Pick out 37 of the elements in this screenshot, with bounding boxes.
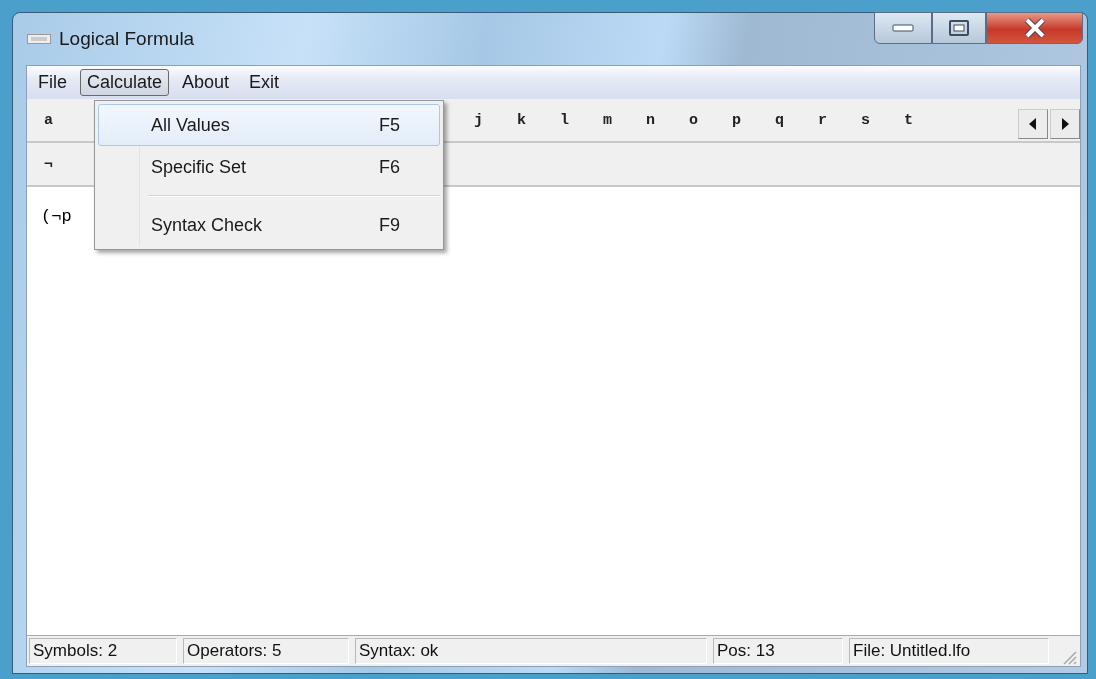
symbol-button[interactable]: p	[715, 111, 758, 129]
menu-item[interactable]: Specific Set F6	[98, 146, 440, 188]
menu-item[interactable]: About	[175, 69, 237, 96]
symbol-button[interactable]: s	[844, 111, 887, 129]
maximize-button[interactable]	[932, 12, 986, 44]
status-pane: Operators: 5	[183, 638, 349, 664]
status-pane: File: Untitled.lfo	[849, 638, 1049, 664]
menu-item[interactable]: Syntax Check F9	[98, 204, 440, 246]
menu-item[interactable]: Calculate	[80, 69, 170, 96]
status-pane: Pos: 13	[713, 638, 843, 664]
close-button[interactable]	[986, 12, 1083, 44]
symbol-button[interactable]: ¬	[27, 155, 70, 173]
menu-item[interactable]: File	[31, 69, 74, 96]
minimize-icon	[892, 24, 914, 32]
status-pane: Symbols: 2	[29, 638, 177, 664]
symbol-button[interactable]: q	[758, 111, 801, 129]
scroll-left-button[interactable]	[1018, 109, 1048, 139]
maximize-icon	[949, 20, 969, 36]
symbol-button[interactable]: m	[586, 111, 629, 129]
symbol-button[interactable]: a	[27, 111, 70, 129]
symbol-button[interactable]: o	[672, 111, 715, 129]
scroll-right-button[interactable]	[1050, 109, 1080, 139]
left-arrow-icon	[1029, 118, 1037, 130]
right-arrow-icon	[1061, 118, 1069, 130]
window-title: Logical Formula	[59, 28, 195, 50]
app-icon	[27, 34, 51, 44]
menu-item[interactable]: Exit	[242, 69, 287, 96]
close-icon	[1023, 18, 1046, 38]
menu-item[interactable]: All Values F5	[98, 104, 440, 146]
minimize-button[interactable]	[874, 12, 932, 44]
symbol-button[interactable]: l	[543, 111, 586, 129]
symbol-button[interactable]: j	[457, 111, 500, 129]
symbol-button[interactable]: k	[500, 111, 543, 129]
symbol-button[interactable]: r	[801, 111, 844, 129]
status-pane: Syntax: ok	[355, 638, 707, 664]
symbol-button[interactable]: n	[629, 111, 672, 129]
symbol-button[interactable]: t	[887, 111, 930, 129]
